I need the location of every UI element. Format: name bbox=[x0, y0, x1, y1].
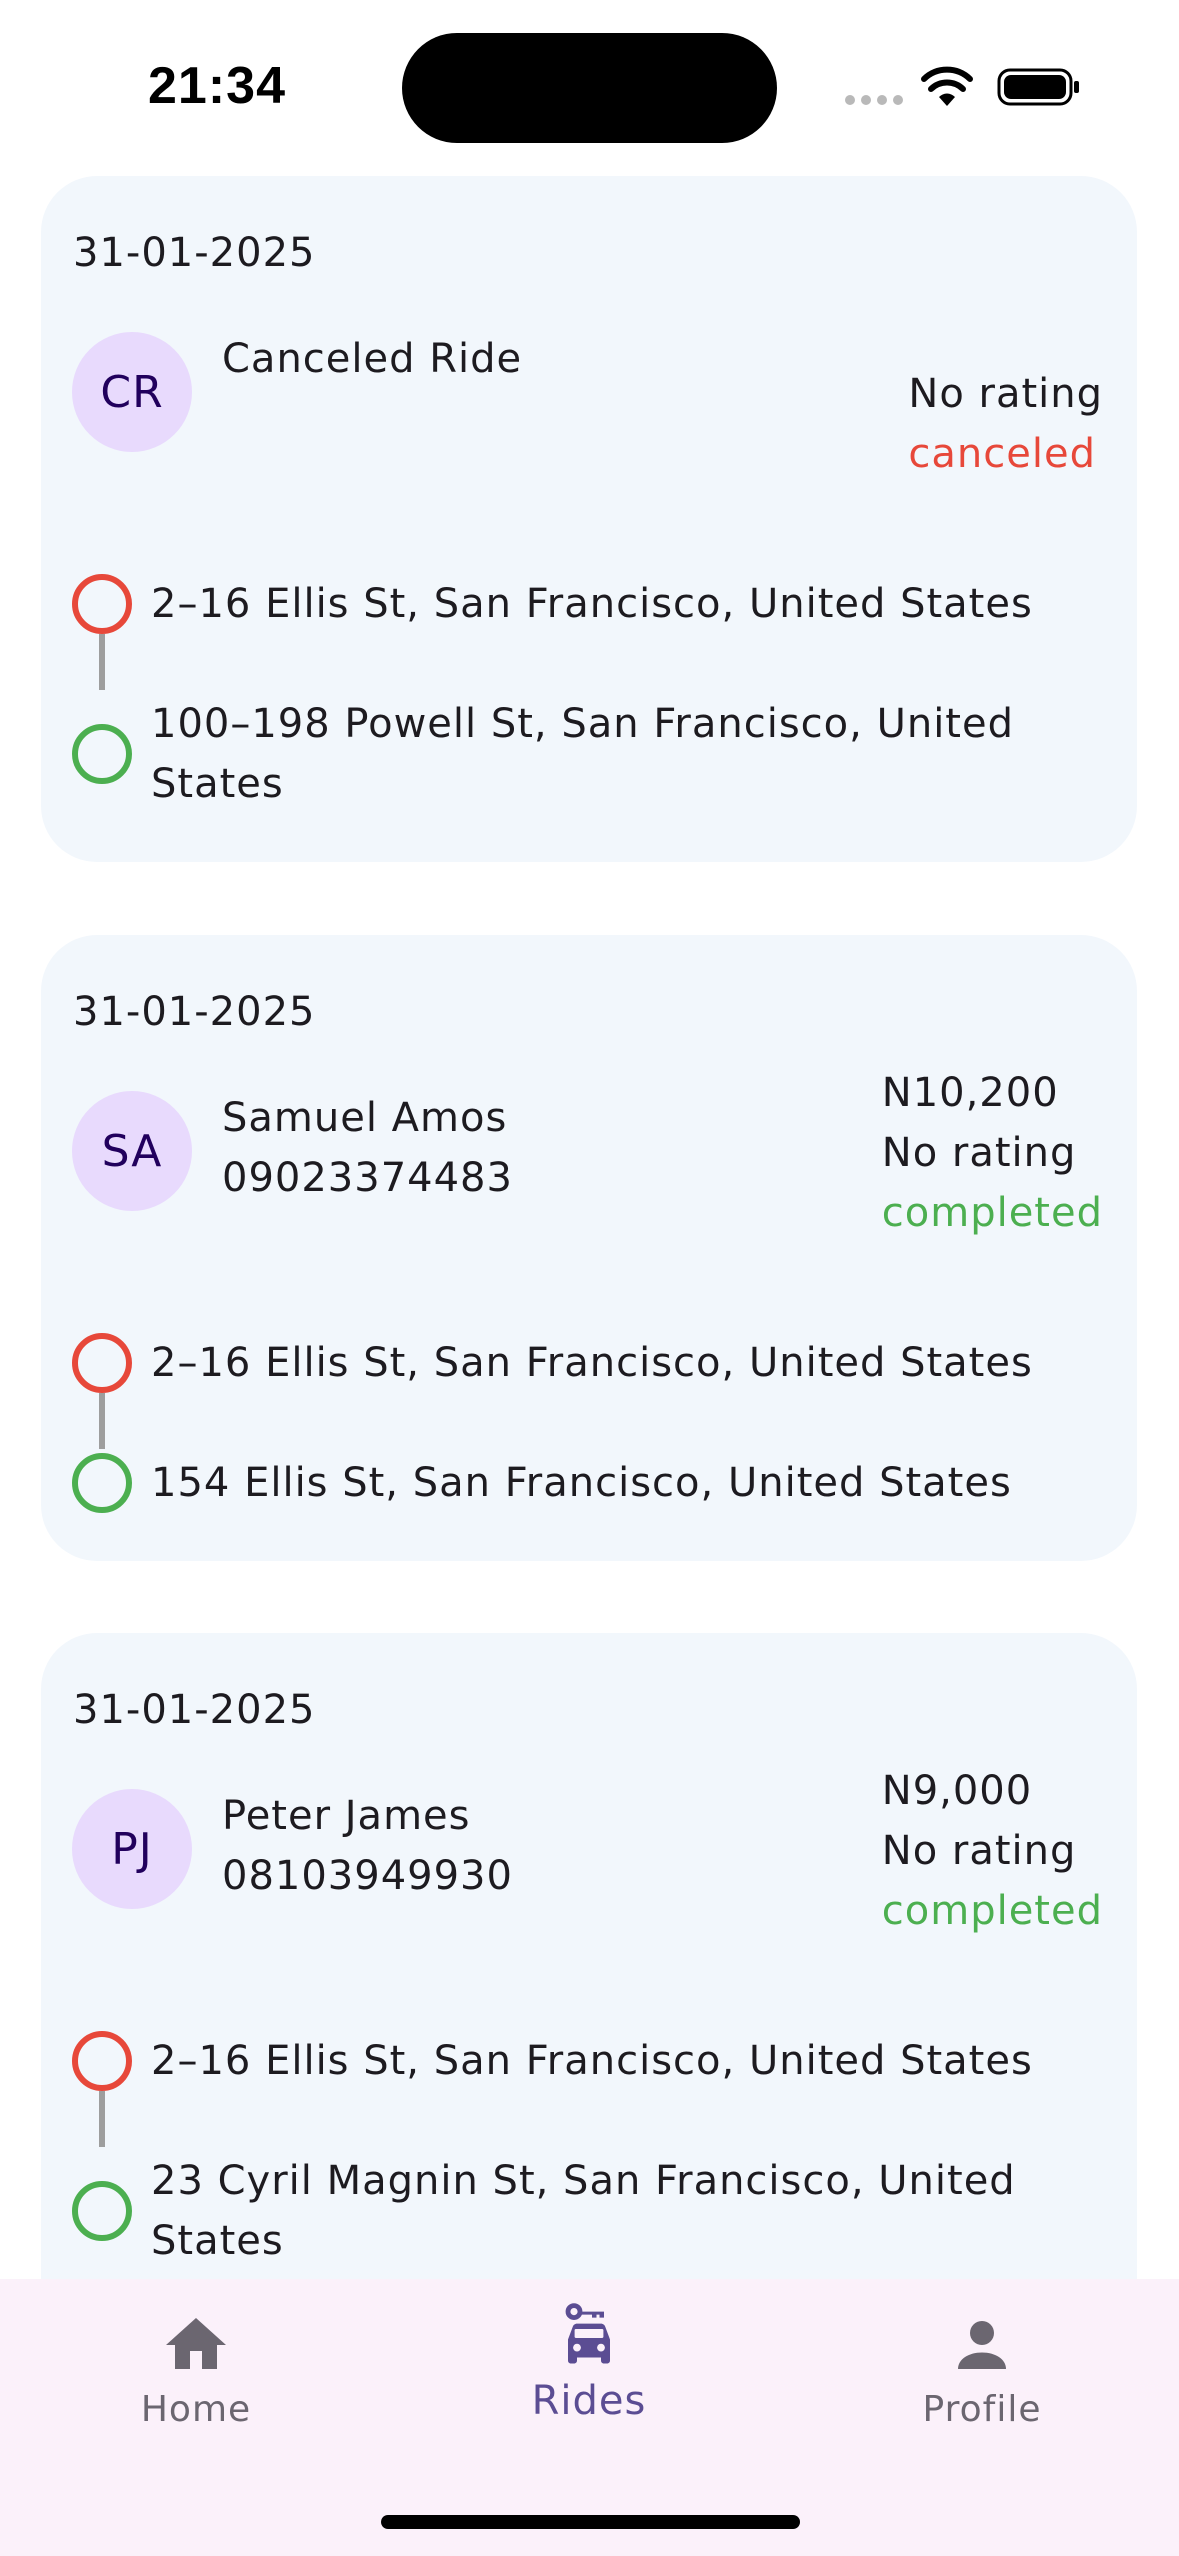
status-bar: 21:34 bbox=[0, 0, 1179, 170]
home-indicator[interactable] bbox=[381, 2515, 800, 2529]
ride-date: 31-01-2025 bbox=[73, 1687, 316, 1733]
dropoff-address: 100–198 Powell St, San Francisco, United… bbox=[151, 701, 1014, 807]
route-connector bbox=[99, 2091, 105, 2147]
dropoff-address: 154 Ellis St, San Francisco, United Stat… bbox=[151, 1460, 1012, 1506]
pickup-marker-icon bbox=[72, 574, 132, 634]
nav-label-profile: Profile bbox=[922, 2389, 1042, 2430]
ride-card[interactable]: 31-01-2025 PJ Peter James 08103949930 N9… bbox=[41, 1633, 1137, 2333]
battery-icon bbox=[997, 68, 1079, 106]
rider-phone: 09023374483 bbox=[222, 1155, 513, 1201]
dropoff-marker-icon bbox=[72, 2181, 132, 2241]
status-time: 21:34 bbox=[148, 57, 286, 115]
rating-text: No rating bbox=[908, 371, 1103, 417]
dropoff-marker-icon bbox=[72, 1453, 132, 1513]
route-connector bbox=[99, 634, 105, 690]
route-connector bbox=[99, 1393, 105, 1449]
nav-label-home: Home bbox=[140, 2389, 252, 2430]
pickup-address: 2–16 Ellis St, San Francisco, United Sta… bbox=[151, 1340, 1033, 1386]
dropoff-address: 23 Cyril Magnin St, San Francisco, Unite… bbox=[151, 2158, 1016, 2264]
status-badge: completed bbox=[881, 1190, 1103, 1236]
pickup-marker-icon bbox=[72, 2031, 132, 2091]
nav-label-rides: Rides bbox=[531, 2378, 647, 2424]
ride-date: 31-01-2025 bbox=[73, 230, 316, 276]
cellular-signal-icon bbox=[845, 95, 903, 105]
nav-item-rides[interactable]: Rides bbox=[459, 2279, 719, 2449]
status-badge: canceled bbox=[908, 431, 1096, 477]
ride-summary: N10,200 No rating completed bbox=[882, 1063, 1103, 1243]
dynamic-island bbox=[402, 33, 777, 143]
ride-card[interactable]: 31-01-2025 CR Canceled Ride No rating ca… bbox=[41, 176, 1137, 862]
ride-date: 31-01-2025 bbox=[73, 989, 316, 1035]
home-icon bbox=[166, 2318, 226, 2369]
rider-name: Peter James bbox=[222, 1793, 471, 1839]
ride-summary: No rating canceled bbox=[908, 364, 1103, 484]
rider-name: Samuel Amos bbox=[222, 1095, 508, 1141]
rating-text: No rating bbox=[881, 1828, 1077, 1874]
fare-amount: N9,000 bbox=[881, 1768, 1033, 1814]
pickup-marker-icon bbox=[72, 1333, 132, 1393]
person-icon bbox=[958, 2321, 1006, 2369]
rider-phone: 08103949930 bbox=[222, 1853, 513, 1899]
nav-item-home[interactable]: Home bbox=[66, 2279, 326, 2449]
rating-text: No rating bbox=[881, 1130, 1077, 1176]
avatar: CR bbox=[72, 332, 192, 452]
dropoff-marker-icon bbox=[72, 724, 132, 784]
screen: 21:34 31-01-2025 CR Canceled Ride No rat… bbox=[0, 0, 1179, 2556]
car-key-icon bbox=[565, 2303, 610, 2364]
avatar: SA bbox=[72, 1091, 192, 1211]
ride-summary: N9,000 No rating completed bbox=[882, 1761, 1103, 1941]
wifi-icon bbox=[921, 66, 973, 106]
fare-amount: N10,200 bbox=[881, 1070, 1059, 1116]
pickup-address: 2–16 Ellis St, San Francisco, United Sta… bbox=[151, 2038, 1033, 2084]
ride-card[interactable]: 31-01-2025 SA Samuel Amos 09023374483 N1… bbox=[41, 935, 1137, 1561]
rider-name: Canceled Ride bbox=[222, 336, 523, 382]
pickup-address: 2–16 Ellis St, San Francisco, United Sta… bbox=[151, 581, 1033, 627]
avatar: PJ bbox=[72, 1789, 192, 1909]
status-badge: completed bbox=[881, 1888, 1103, 1934]
nav-item-profile[interactable]: Profile bbox=[852, 2279, 1112, 2449]
